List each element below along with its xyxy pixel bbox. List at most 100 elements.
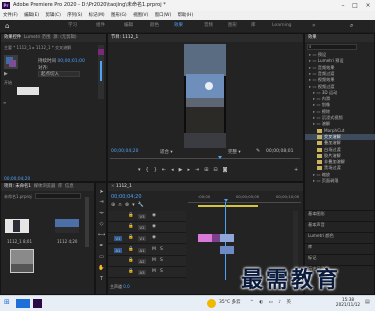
lock-icon[interactable]: 🔒 — [128, 213, 134, 218]
panel-section-header[interactable]: Lumetri 颜色 — [305, 232, 375, 238]
solo-icon[interactable]: S — [160, 247, 163, 252]
weather-text[interactable]: 35°C 多云 — [219, 299, 241, 305]
ripple-edit-tool-icon[interactable]: ⟛ — [98, 210, 105, 217]
menu-edit[interactable]: 编辑(E) — [24, 13, 39, 18]
selection-tool-icon[interactable]: ➤ — [98, 189, 105, 196]
menu-view[interactable]: 视图(V) — [133, 13, 148, 18]
program-timecode[interactable]: 00;00;04;20 — [111, 149, 138, 154]
close-icon[interactable]: × — [363, 0, 373, 11]
step-forward-icon[interactable]: ▸ — [187, 167, 195, 173]
windows-start-icon[interactable]: ⊞ — [4, 296, 12, 308]
notifications-icon[interactable]: ▤ — [365, 299, 371, 308]
premiere-taskbar-icon[interactable] — [33, 299, 42, 308]
solo-icon[interactable]: S — [160, 269, 163, 274]
lock-icon[interactable]: 🔒 — [128, 247, 134, 252]
hand-tool-icon[interactable]: ✋ — [98, 265, 105, 272]
wrench-icon[interactable]: ✎ — [256, 148, 260, 154]
project-item-thumb-clip[interactable] — [55, 219, 79, 233]
effects-tree-item[interactable]: ▸ ▭ 页面剥落 — [305, 178, 375, 184]
workspace-audio[interactable]: 音频 — [204, 20, 213, 32]
audio-clip[interactable] — [220, 246, 234, 254]
menu-window[interactable]: 窗口(W) — [155, 13, 172, 18]
effects-title[interactable]: 效果 — [308, 35, 317, 40]
timeline-timecode[interactable]: 00;00;04;20 — [111, 194, 142, 200]
lock-icon[interactable]: 🔒 — [128, 258, 134, 263]
workspace-effects[interactable]: 效果 — [174, 20, 183, 32]
panel-section-header[interactable]: 标记 — [305, 254, 375, 260]
lock-icon[interactable]: 🔒 — [128, 269, 134, 274]
fit-dropdown[interactable]: 适合 ▾ — [160, 149, 173, 155]
duration-value[interactable]: 00;00;01;00 — [57, 59, 84, 64]
workspace-editing[interactable]: 编辑 — [124, 20, 133, 32]
more-workspaces-icon[interactable]: » — [312, 20, 316, 32]
track-label-v2[interactable]: V2 — [138, 225, 146, 230]
workspace-libraries[interactable]: 库 — [251, 20, 256, 32]
sequence-tab[interactable]: 1112_1 — [116, 184, 132, 189]
project-search-input[interactable] — [35, 193, 81, 199]
slip-tool-icon[interactable]: ⟷ — [98, 232, 105, 239]
work-area-bar[interactable] — [198, 205, 258, 207]
project-item-thumb-sequence[interactable] — [5, 219, 29, 233]
video-clip-2[interactable] — [220, 234, 234, 242]
tab-project[interactable]: 项目: 未命名1 — [4, 184, 31, 189]
transition-preview[interactable] — [4, 55, 18, 69]
add-button-icon[interactable]: + — [294, 167, 298, 173]
menu-graphics[interactable]: 图形(G) — [111, 13, 127, 18]
mark-out-icon[interactable]: } — [154, 167, 162, 173]
transition-block[interactable] — [98, 49, 104, 55]
track-select-tool-icon[interactable]: ⇥ — [98, 199, 105, 206]
lock-icon[interactable]: 🔒 — [128, 224, 134, 229]
track-label-v1[interactable]: V1 — [138, 236, 146, 241]
go-to-in-icon[interactable]: ⇤ — [162, 167, 171, 173]
eye-icon[interactable]: ◉ — [152, 213, 156, 218]
pen-tool-icon[interactable]: ✒ — [98, 243, 105, 250]
step-back-icon[interactable]: ◂ — [171, 167, 179, 173]
effects-search-input[interactable]: ⌕ — [307, 44, 357, 50]
menu-marker[interactable]: 标记(M) — [89, 13, 105, 18]
tab-effect-controls[interactable]: 效果控件 — [4, 35, 21, 40]
timeline-settings-icon[interactable]: 🔧 — [138, 202, 147, 208]
program-title[interactable]: 节目: 1112_1 — [111, 35, 138, 40]
go-to-out-icon[interactable]: ⇥ — [195, 167, 204, 173]
close-sequence-icon[interactable]: × — [111, 184, 115, 189]
workspace-assembly[interactable]: 组件 — [96, 20, 105, 32]
home-icon[interactable]: ⌂ — [5, 20, 9, 32]
insert-icon[interactable]: ⊞ — [204, 167, 213, 173]
program-scrubber[interactable] — [110, 158, 300, 159]
workspace-graphics[interactable]: 图形 — [228, 20, 237, 32]
source-patch-a1[interactable]: A1 — [114, 248, 122, 253]
snap-icon[interactable]: ∩ — [118, 202, 125, 208]
panel-section-header[interactable]: 库 — [305, 243, 375, 249]
menu-file[interactable]: 文件(F) — [3, 13, 18, 18]
linked-selection-icon[interactable]: ⊗ — [125, 202, 132, 208]
track-label-a3[interactable]: A3 — [138, 270, 146, 275]
project-scrollbar[interactable] — [85, 197, 89, 247]
menu-clip[interactable]: 剪辑(C) — [46, 13, 61, 18]
tab-info[interactable]: 信息 — [65, 184, 74, 189]
razor-tool-icon[interactable]: ◇ — [98, 221, 105, 228]
word-icon[interactable] — [16, 299, 30, 308]
tab-libraries[interactable]: 库 — [58, 184, 62, 189]
project-item-thumb-selected[interactable] — [10, 249, 34, 273]
type-tool-icon[interactable]: T — [98, 276, 105, 283]
lock-icon[interactable]: 🔒 — [128, 235, 134, 240]
time-ruler[interactable] — [188, 202, 301, 203]
track-label-a1[interactable]: A1 — [138, 248, 146, 253]
mark-in-icon[interactable]: { — [146, 167, 154, 173]
mute-icon[interactable]: M — [152, 247, 156, 252]
track-label-v3[interactable]: V3 — [138, 214, 146, 219]
minimize-icon[interactable]: – — [338, 0, 348, 11]
marker-icon[interactable]: ▾ — [138, 167, 146, 173]
tab-lumetri-scopes[interactable]: Lumetri 范围 — [24, 35, 50, 40]
workspace-learning-en[interactable]: Learning — [272, 20, 292, 32]
eye-icon[interactable]: ◉ — [152, 224, 156, 229]
source-patch-v1[interactable]: V1 — [114, 236, 122, 241]
workspace-color[interactable]: 颜色 — [150, 20, 159, 32]
eye-icon[interactable]: ◉ — [152, 235, 156, 240]
track-label-a2[interactable]: A2 — [138, 259, 146, 264]
export-frame-icon[interactable]: ◙ — [223, 167, 233, 173]
mute-icon[interactable]: M — [152, 269, 156, 274]
transition-clip[interactable] — [212, 234, 220, 242]
playhead-marker[interactable] — [100, 61, 102, 81]
rectangle-tool-icon[interactable]: ▭ — [98, 254, 105, 261]
